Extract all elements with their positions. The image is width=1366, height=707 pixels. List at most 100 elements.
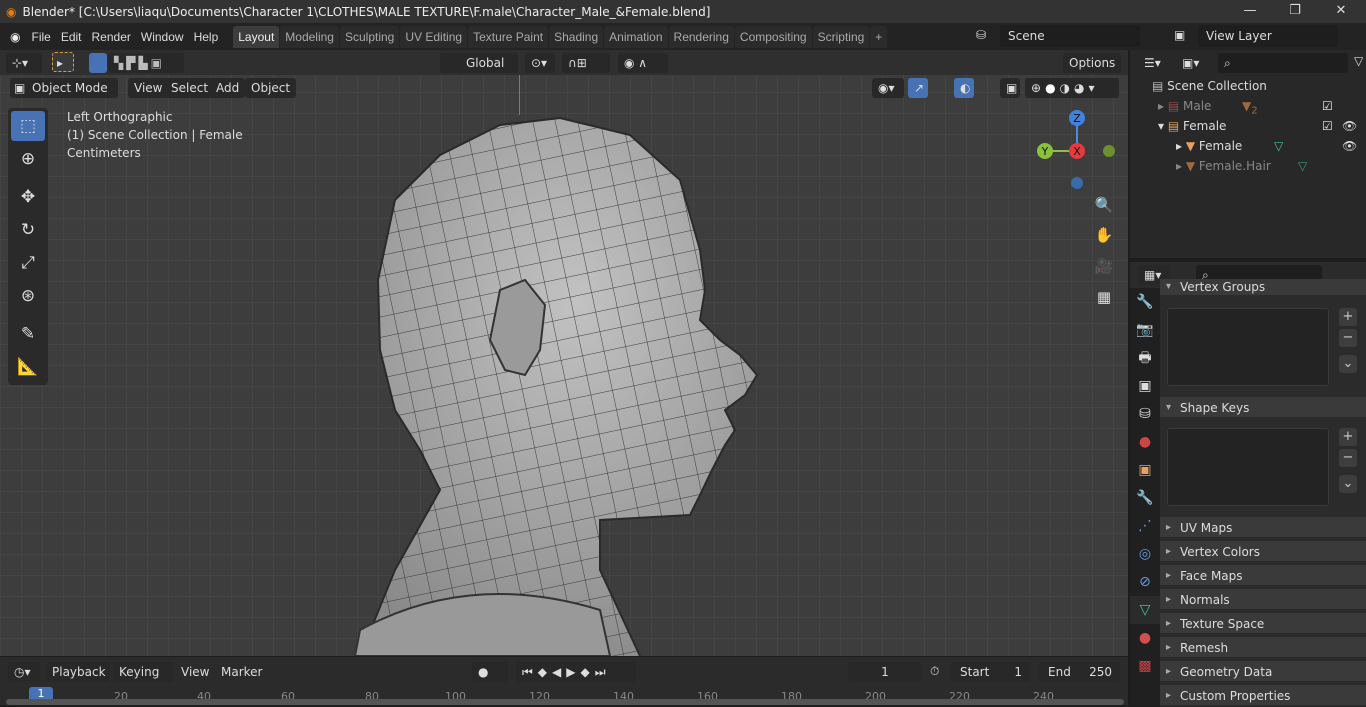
outliner-item-male[interactable]: ▸ ▤ Male ▼2 ☑ — [1130, 96, 1366, 116]
transform-tool-icon[interactable]: ⊛ — [11, 281, 45, 311]
shape-key-menu-button[interactable]: ⌄ — [1339, 475, 1357, 493]
display-mode-icon[interactable]: ▣▾ — [1176, 53, 1208, 73]
menu-window[interactable]: Window — [136, 30, 189, 44]
current-frame-input[interactable]: 1 — [848, 662, 922, 682]
measure-tool-icon[interactable]: 📐 — [11, 352, 45, 382]
end-frame-input[interactable]: End 250 — [1038, 662, 1120, 682]
panel-vertex-groups[interactable]: Vertex Groups — [1160, 279, 1366, 297]
panel-shape-keys[interactable]: Shape Keys — [1160, 397, 1366, 419]
panel-face-maps[interactable]: Face Maps — [1160, 565, 1366, 587]
select-mode-icons[interactable]: ▚▛▙▣ — [108, 53, 184, 73]
timeline-scrollbar[interactable] — [6, 699, 1124, 705]
scene-selector[interactable]: Scene — [1000, 25, 1140, 47]
close-button[interactable]: ✕ — [1318, 0, 1364, 23]
menu-help[interactable]: Help — [189, 30, 224, 44]
tab-texture-paint[interactable]: Texture Paint — [468, 25, 549, 48]
tab-animation[interactable]: Animation — [604, 25, 668, 48]
constraints-tab-icon[interactable]: ⊘ — [1130, 568, 1160, 596]
outliner-item-female-collection[interactable]: ▾ ▤ Female ☑ 👁 — [1130, 116, 1366, 136]
physics-tab-icon[interactable]: ◎ — [1130, 540, 1160, 568]
tab-rendering[interactable]: Rendering — [668, 25, 734, 48]
keying-menu[interactable]: Keying — [113, 662, 173, 682]
select-tool-icon[interactable]: ▸ — [52, 52, 74, 72]
object-tab-icon[interactable]: ▣ — [1130, 456, 1160, 484]
view-layer-icon[interactable]: ▣ — [1174, 28, 1185, 42]
panel-uv-maps[interactable]: UV Maps — [1160, 517, 1366, 539]
transform-orientation-dropdown[interactable]: Global — [440, 53, 518, 73]
tab-scripting[interactable]: Scripting — [812, 25, 870, 48]
material-tab-icon[interactable]: ● — [1130, 624, 1160, 652]
shading-mode-icons[interactable]: ⊕●◑◕▾ — [1025, 78, 1119, 98]
panel-vertex-colors[interactable]: Vertex Colors — [1160, 541, 1366, 563]
tool-tab-icon[interactable]: 🔧 — [1130, 288, 1160, 316]
camera-view-icon[interactable]: 🎥 — [1091, 253, 1117, 279]
view-layer-tab-icon[interactable]: ▣ — [1130, 372, 1160, 400]
texture-tab-icon[interactable]: ▩ — [1130, 652, 1160, 680]
tab-modeling[interactable]: Modeling — [280, 25, 339, 48]
menu-select[interactable]: Select — [165, 78, 215, 98]
panel-texture-space[interactable]: Texture Space — [1160, 613, 1366, 635]
object-mode-dropdown[interactable]: Object Mode — [10, 78, 118, 98]
outliner-type-icon[interactable]: ☰▾ — [1138, 53, 1170, 73]
rotate-tool-icon[interactable]: ↻ — [11, 215, 45, 245]
scene-icon[interactable]: ⛁ — [976, 28, 986, 42]
snap-icon[interactable]: ∩⊞ — [562, 53, 610, 73]
pivot-point-icon[interactable]: ⊙▾ — [525, 53, 555, 73]
menu-add[interactable]: Add — [210, 78, 246, 98]
annotate-tool-icon[interactable]: ✎ — [11, 319, 45, 349]
panel-normals[interactable]: Normals — [1160, 589, 1366, 611]
menu-edit[interactable]: Edit — [56, 30, 87, 44]
output-tab-icon[interactable]: 🖶 — [1130, 344, 1160, 372]
render-tab-icon[interactable]: 📷 — [1130, 316, 1160, 344]
data-tab-icon[interactable]: ▽ — [1130, 596, 1160, 624]
overlay-toggle-icon[interactable]: ◐ — [954, 78, 974, 98]
menu-render[interactable]: Render — [87, 30, 136, 44]
tab-compositing[interactable]: Compositing — [734, 25, 812, 48]
maximize-button[interactable]: ❐ — [1272, 0, 1318, 23]
vertex-group-menu-button[interactable]: ⌄ — [1339, 355, 1357, 373]
pan-hand-icon[interactable]: ✋ — [1091, 222, 1117, 248]
outliner-search-input[interactable]: ⌕ — [1218, 53, 1348, 73]
outliner-scene-collection[interactable]: ▤ Scene Collection — [1130, 76, 1366, 96]
tab-layout[interactable]: Layout — [233, 25, 280, 48]
menu-file[interactable]: File — [26, 30, 55, 44]
scale-tool-icon[interactable]: ⤢ — [11, 248, 45, 278]
move-tool-icon[interactable]: ✥ — [11, 182, 45, 212]
auto-keying-button[interactable]: ● — [472, 662, 508, 682]
zoom-icon[interactable]: 🔍 — [1091, 192, 1117, 218]
proportional-edit-icon[interactable]: ◉ ∧ — [618, 53, 668, 73]
timeline-view-menu[interactable]: View — [181, 665, 209, 679]
select-mode-new-icon[interactable] — [89, 53, 107, 73]
ortho-toggle-icon[interactable]: ▦ — [1091, 284, 1117, 310]
scene-tab-icon[interactable]: ⛁ — [1130, 400, 1160, 428]
shape-keys-list[interactable] — [1167, 428, 1329, 506]
particles-tab-icon[interactable]: ⋰ — [1130, 512, 1160, 540]
blender-menu-icon[interactable]: ◉ — [0, 30, 26, 44]
tab-uv-editing[interactable]: UV Editing — [400, 25, 468, 48]
select-box-tool-icon[interactable]: ⬚ — [11, 111, 45, 141]
editor-type-button[interactable]: ⊹▾ — [6, 53, 42, 73]
start-frame-input[interactable]: Start 1 — [950, 662, 1030, 682]
marker-menu[interactable]: Marker — [221, 665, 262, 679]
panel-geometry-data[interactable]: Geometry Data — [1160, 661, 1366, 683]
add-vertex-group-button[interactable]: + — [1339, 308, 1357, 326]
visibility-icon[interactable]: ◉▾ — [872, 78, 904, 98]
gizmo-toggle-icon[interactable]: ↗ — [908, 78, 928, 98]
view-layer-selector[interactable]: View Layer — [1198, 25, 1338, 47]
outliner-item-female-hair[interactable]: ▸ ▼ Female.Hair ▽ — [1130, 156, 1366, 176]
panel-remesh[interactable]: Remesh — [1160, 637, 1366, 659]
vertex-groups-list[interactable] — [1167, 308, 1329, 386]
menu-object[interactable]: Object — [245, 78, 297, 98]
navigation-gizmo[interactable]: Z Y X — [1030, 108, 1125, 193]
menu-view[interactable]: View — [128, 78, 169, 98]
panel-custom-properties[interactable]: Custom Properties — [1160, 685, 1366, 707]
xray-icon[interactable]: ▣ — [1000, 78, 1020, 98]
add-shape-key-button[interactable]: + — [1339, 428, 1357, 446]
tab-shading[interactable]: Shading — [549, 25, 604, 48]
playback-menu[interactable]: Playback — [46, 662, 110, 682]
cursor-tool-icon[interactable]: ⊕ — [11, 144, 45, 174]
remove-vertex-group-button[interactable]: − — [1339, 329, 1357, 347]
add-workspace-button[interactable]: + — [870, 25, 888, 48]
playback-controls[interactable]: ⏮◆◀▶◆⏭ — [516, 662, 636, 682]
filter-icon[interactable]: ▽ — [1354, 54, 1363, 68]
